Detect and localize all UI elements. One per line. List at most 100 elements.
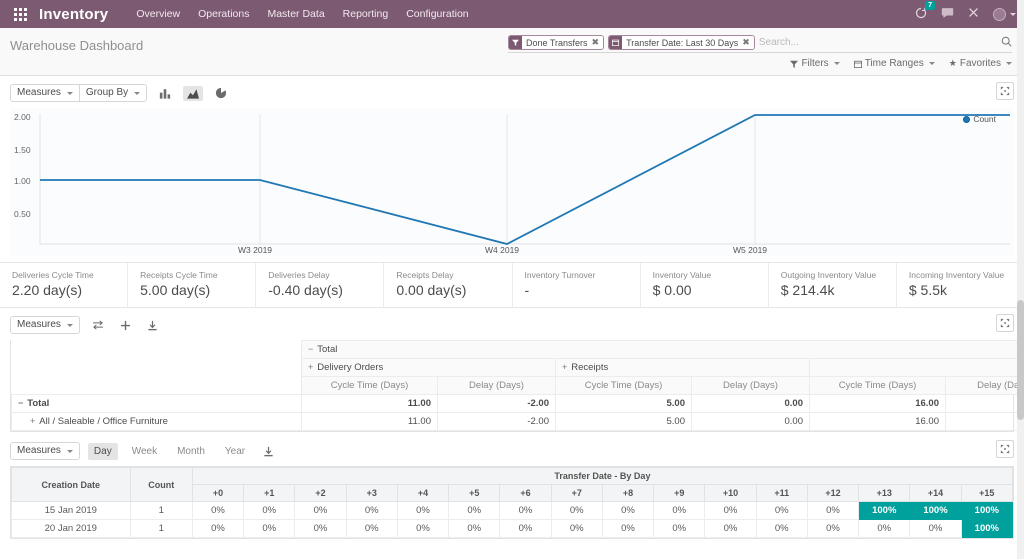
cohort-cell[interactable]: 0%: [704, 519, 757, 538]
cohort-cell[interactable]: 0%: [294, 501, 347, 520]
pivot-cell[interactable]: 11.00: [301, 394, 438, 413]
pivot-cell[interactable]: -2.00: [437, 412, 556, 431]
table-row[interactable]: + All / Saleable / Office Furniture 11.00…: [11, 412, 1024, 431]
cohort-interval-week[interactable]: Week: [126, 443, 163, 460]
kpi-inventory-turnover[interactable]: Inventory Turnover -: [511, 263, 640, 307]
collapse-icon[interactable]: −: [308, 344, 313, 354]
search-icon[interactable]: [1001, 36, 1012, 50]
debug-tools-icon[interactable]: [968, 7, 979, 21]
cohort-cell[interactable]: 0%: [243, 501, 296, 520]
pivot-cell[interactable]: -2.00: [437, 394, 556, 413]
cohort-cell[interactable]: 100%: [909, 501, 962, 520]
messages-icon[interactable]: [941, 7, 954, 22]
cohort-col-creation-date[interactable]: Creation Date: [11, 467, 131, 502]
pie-chart-icon[interactable]: [211, 85, 231, 101]
cohort-measures-button[interactable]: Measures: [10, 442, 80, 460]
cohort-cell[interactable]: 0%: [653, 501, 706, 520]
cohort-cell[interactable]: 0%: [755, 501, 808, 520]
pivot-measure-header[interactable]: Delay (Days): [437, 376, 556, 395]
download-xlsx-icon[interactable]: [143, 318, 162, 333]
menu-overview[interactable]: Overview: [136, 8, 180, 20]
pivot-cell[interactable]: 5.00: [555, 394, 692, 413]
user-menu[interactable]: [993, 7, 1016, 21]
cohort-cell[interactable]: 0%: [345, 501, 398, 520]
expand-all-icon[interactable]: [116, 318, 135, 333]
facet-remove-icon[interactable]: ✖: [592, 37, 600, 48]
cohort-interval-year[interactable]: Year: [219, 443, 251, 460]
pivot-measure-header[interactable]: Cycle Time (Days): [301, 376, 438, 395]
table-row[interactable]: 20 Jan 2019 1 0% 0% 0% 0% 0% 0% 0% 0% 0%…: [11, 519, 1014, 538]
cohort-cell[interactable]: 0%: [909, 519, 962, 538]
cohort-cell[interactable]: 0%: [755, 519, 808, 538]
time-ranges-dropdown[interactable]: Time Ranges: [853, 58, 935, 69]
table-row[interactable]: 15 Jan 2019 1 0% 0% 0% 0% 0% 0% 0% 0% 0%…: [11, 501, 1014, 520]
cohort-cell[interactable]: 0%: [858, 519, 911, 538]
pivot-cell[interactable]: 11.00: [301, 412, 438, 431]
pivot-measure-header[interactable]: Delay (Days): [691, 376, 810, 395]
cohort-cell[interactable]: 0%: [550, 501, 603, 520]
kpi-deliveries-delay[interactable]: Deliveries Delay -0.40 day(s): [255, 263, 383, 307]
pivot-cell[interactable]: -2.00: [944, 412, 1024, 431]
kpi-deliveries-cycle-time[interactable]: Deliveries Cycle Time 2.20 day(s): [0, 263, 127, 307]
page-scrollbar-track[interactable]: [1017, 0, 1024, 559]
pivot-cell[interactable]: 0.00: [691, 394, 810, 413]
pivot-measure-header[interactable]: Cycle Time (Days): [809, 376, 946, 395]
cohort-cell[interactable]: 0%: [601, 519, 655, 538]
cohort-cell[interactable]: 0%: [499, 519, 552, 538]
bar-chart-icon[interactable]: [155, 86, 175, 101]
cohort-cell[interactable]: 0%: [806, 501, 860, 520]
cohort-cell[interactable]: 0%: [448, 519, 501, 538]
kpi-receipts-cycle-time[interactable]: Receipts Cycle Time 5.00 day(s): [127, 263, 255, 307]
line-chart-icon[interactable]: [183, 85, 204, 101]
facet-done-transfers[interactable]: Done Transfers ✖: [508, 35, 605, 50]
apps-grid-icon[interactable]: [14, 7, 27, 21]
pivot-row-office-furniture[interactable]: + All / Saleable / Office Furniture: [11, 412, 302, 431]
search-input[interactable]: [758, 37, 997, 48]
cohort-row-count[interactable]: 1: [129, 501, 193, 520]
cohort-cell[interactable]: 100%: [960, 519, 1014, 538]
app-brand-title[interactable]: Inventory: [39, 6, 108, 23]
cohort-cell[interactable]: 0%: [345, 519, 398, 538]
kpi-outgoing-inventory-value[interactable]: Outgoing Inventory Value $ 214.4k: [767, 263, 896, 307]
cohort-cell[interactable]: 0%: [448, 501, 501, 520]
cohort-cell[interactable]: 0%: [243, 519, 296, 538]
favorites-dropdown[interactable]: ★ Favorites: [949, 58, 1012, 69]
collapse-icon[interactable]: −: [18, 398, 23, 408]
activities-icon[interactable]: 7: [915, 0, 935, 22]
cohort-cell[interactable]: 0%: [396, 501, 450, 520]
cohort-interval-month[interactable]: Month: [171, 443, 211, 460]
cohort-col-count[interactable]: Count: [129, 467, 193, 502]
menu-operations[interactable]: Operations: [198, 8, 249, 20]
table-row[interactable]: −Total 11.00 -2.00 5.00 0.00 16.00 -2.00: [11, 394, 1024, 413]
pivot-cell[interactable]: 16.00: [809, 412, 946, 431]
filters-dropdown[interactable]: Filters: [790, 58, 840, 69]
cohort-cell[interactable]: 0%: [601, 501, 655, 520]
page-scrollbar-thumb[interactable]: [1017, 300, 1024, 420]
menu-master-data[interactable]: Master Data: [267, 8, 324, 20]
expand-icon[interactable]: +: [308, 362, 313, 372]
cohort-cell[interactable]: 100%: [858, 501, 911, 520]
cohort-cell[interactable]: 0%: [704, 501, 757, 520]
graph-expand-button[interactable]: [996, 82, 1014, 100]
cohort-cell[interactable]: 0%: [396, 519, 450, 538]
cohort-cell[interactable]: 0%: [653, 519, 706, 538]
menu-configuration[interactable]: Configuration: [406, 8, 468, 20]
kpi-inventory-value[interactable]: Inventory Value $ 0.00: [639, 263, 768, 307]
cohort-expand-button[interactable]: [996, 440, 1014, 458]
facet-transfer-date[interactable]: Transfer Date: Last 30 Days ✖: [608, 35, 755, 50]
pivot-cell[interactable]: 16.00: [809, 394, 946, 413]
kpi-receipts-delay[interactable]: Receipts Delay 0.00 day(s): [383, 263, 511, 307]
pivot-col-total-header[interactable]: − Total: [300, 340, 1024, 359]
expand-icon[interactable]: +: [562, 362, 567, 372]
facet-remove-icon[interactable]: ✖: [742, 37, 750, 48]
pivot-group-receipts[interactable]: + Receipts: [555, 358, 810, 377]
expand-icon[interactable]: +: [30, 416, 35, 426]
cohort-cell[interactable]: 0%: [806, 519, 860, 538]
graph-canvas[interactable]: 2.00 1.50 1.00 0.50 W3 2019 W4 2019 W5 2…: [10, 108, 1014, 256]
pivot-measure-header[interactable]: Cycle Time (Days): [555, 376, 692, 395]
pivot-group-delivery-orders[interactable]: + Delivery Orders: [301, 358, 556, 377]
cohort-interval-day[interactable]: Day: [87, 442, 118, 460]
menu-reporting[interactable]: Reporting: [343, 8, 389, 20]
kpi-incoming-inventory-value[interactable]: Incoming Inventory Value $ 5.5k: [895, 263, 1024, 307]
cohort-cell[interactable]: 0%: [499, 501, 552, 520]
